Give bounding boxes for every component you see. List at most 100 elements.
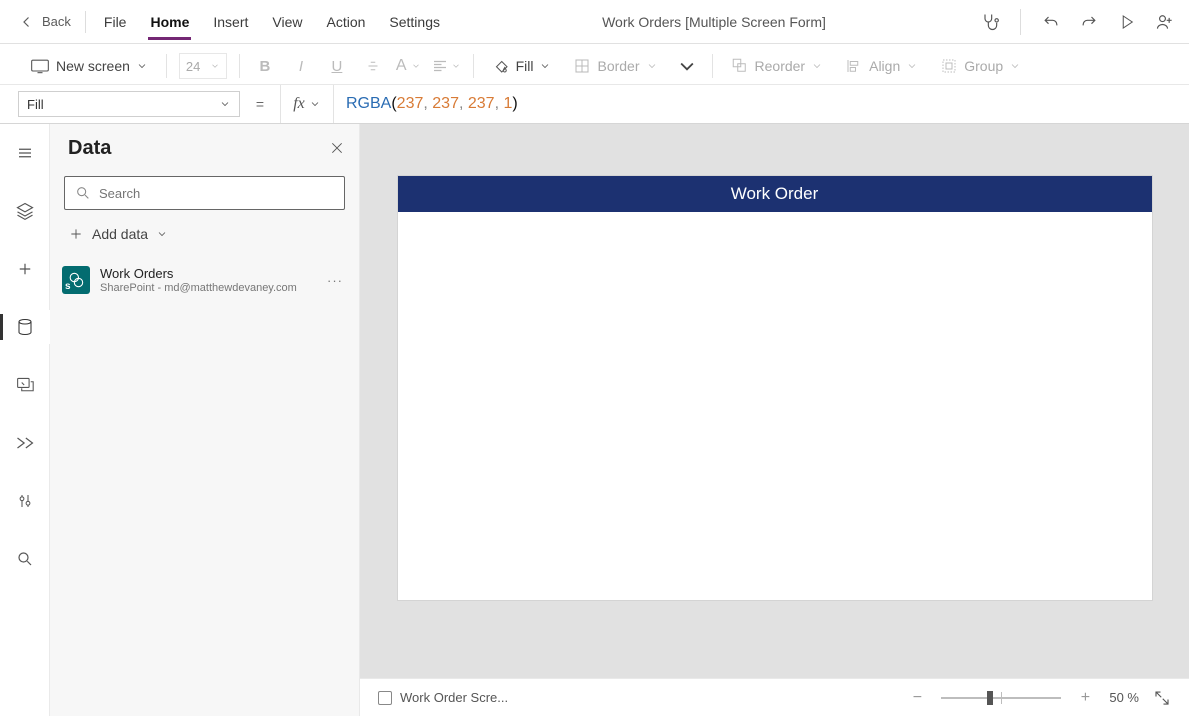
- rail-insert-button[interactable]: [0, 252, 50, 286]
- hamburger-icon: [16, 144, 34, 162]
- chevron-down-icon: [210, 61, 220, 71]
- font-color-button: A: [396, 57, 421, 75]
- back-label: Back: [42, 14, 71, 29]
- separator: [473, 54, 474, 78]
- reorder-icon: [731, 57, 749, 75]
- arrow-left-icon: [18, 13, 36, 31]
- chevron-down-icon: [677, 56, 697, 76]
- text-align-button: [431, 57, 461, 75]
- align-button: Align: [839, 53, 924, 79]
- back-button[interactable]: Back: [10, 0, 79, 43]
- border-button: Border: [567, 53, 663, 79]
- align-icon: [845, 57, 863, 75]
- data-source-item[interactable]: s Work Orders SharePoint - md@matthewdev…: [50, 256, 359, 305]
- tab-view[interactable]: View: [260, 0, 314, 44]
- strikethrough-button: [360, 53, 386, 79]
- chevron-down-icon: [451, 61, 461, 71]
- zoom-slider[interactable]: [941, 688, 1061, 708]
- equals-sign: =: [240, 85, 280, 123]
- add-data-button[interactable]: Add data: [50, 220, 359, 256]
- app-screen[interactable]: Work Order: [398, 176, 1152, 600]
- border-label: Border: [597, 58, 639, 74]
- zoom-out-button[interactable]: −: [907, 688, 927, 708]
- play-button[interactable]: [1113, 8, 1141, 36]
- rail-search-button[interactable]: [0, 542, 50, 576]
- chevron-down-icon: [811, 60, 823, 72]
- chevron-down-icon: [219, 98, 231, 110]
- tab-file[interactable]: File: [92, 0, 139, 44]
- app-checker-button[interactable]: [976, 8, 1004, 36]
- zoom-in-button[interactable]: +: [1075, 688, 1095, 708]
- border-icon: [573, 57, 591, 75]
- app-header-title: Work Order: [731, 184, 819, 204]
- chevron-down-icon: [906, 60, 918, 72]
- search-icon: [75, 185, 91, 201]
- font-size-value: 24: [186, 59, 200, 74]
- stethoscope-icon: [980, 12, 1000, 32]
- property-selector[interactable]: Fill: [18, 91, 240, 117]
- reorder-label: Reorder: [755, 58, 806, 74]
- fill-color-button[interactable]: Fill: [486, 53, 558, 79]
- formula-token-a: 237: [397, 95, 424, 113]
- align-label: Align: [869, 58, 900, 74]
- layers-icon: [15, 201, 35, 221]
- formula-token-d: 1: [503, 95, 512, 113]
- separator: [166, 54, 167, 78]
- formula-input[interactable]: RGBA(237, 237, 237, 1): [334, 85, 1189, 123]
- data-source-subtitle: SharePoint - md@matthewdevaney.com: [100, 282, 313, 295]
- data-panel-title: Data: [68, 137, 111, 160]
- flow-icon: [15, 434, 35, 452]
- redo-icon: [1079, 12, 1099, 32]
- screen-selector[interactable]: Work Order Scre...: [378, 690, 508, 705]
- data-search-field[interactable]: [99, 186, 334, 201]
- tab-action[interactable]: Action: [314, 0, 377, 44]
- properties-confirm-button[interactable]: [674, 53, 700, 79]
- plus-icon: [68, 226, 84, 242]
- rail-tools-button[interactable]: [0, 484, 50, 518]
- separator: [712, 54, 713, 78]
- database-icon: [16, 317, 34, 337]
- rail-tree-button[interactable]: [0, 194, 50, 228]
- group-label: Group: [964, 58, 1003, 74]
- tab-home[interactable]: Home: [138, 0, 201, 44]
- new-screen-button[interactable]: New screen: [24, 54, 154, 78]
- data-source-title: Work Orders: [100, 266, 313, 282]
- chevron-down-icon: [136, 60, 148, 72]
- chevron-down-icon: [539, 60, 551, 72]
- formula-token-fn: RGBA: [346, 95, 391, 113]
- data-source-more-button[interactable]: ···: [323, 273, 347, 288]
- tab-settings[interactable]: Settings: [377, 0, 452, 44]
- data-search-input[interactable]: [64, 176, 345, 210]
- reorder-button: Reorder: [725, 53, 830, 79]
- undo-button[interactable]: [1037, 8, 1065, 36]
- sliders-icon: [16, 491, 34, 511]
- paint-bucket-icon: [492, 57, 510, 75]
- separator: [1020, 9, 1021, 35]
- fit-to-window-button[interactable]: [1153, 689, 1171, 707]
- plus-icon: [16, 260, 34, 278]
- fx-button[interactable]: fx: [280, 85, 334, 123]
- chevron-down-icon: [411, 61, 421, 71]
- app-title: Work Orders [Multiple Screen Form]: [452, 14, 976, 30]
- group-icon: [940, 57, 958, 75]
- italic-button: I: [288, 53, 314, 79]
- add-data-label: Add data: [92, 226, 148, 242]
- data-panel-close-button[interactable]: [329, 140, 345, 156]
- chevron-down-icon: [309, 98, 321, 110]
- canvas-viewport[interactable]: Work Order: [360, 124, 1189, 678]
- bold-button: B: [252, 53, 278, 79]
- formula-token-b: 237: [432, 95, 459, 113]
- separator: [239, 54, 240, 78]
- group-button: Group: [934, 53, 1027, 79]
- align-left-icon: [431, 57, 449, 75]
- rail-flows-button[interactable]: [0, 426, 50, 460]
- rail-data-button[interactable]: [0, 310, 50, 344]
- redo-button[interactable]: [1075, 8, 1103, 36]
- chevron-down-icon: [156, 228, 168, 240]
- tab-insert[interactable]: Insert: [201, 0, 260, 44]
- share-button[interactable]: [1151, 8, 1179, 36]
- rail-media-button[interactable]: [0, 368, 50, 402]
- zoom-value: 50 %: [1109, 690, 1139, 705]
- app-header-bar[interactable]: Work Order: [398, 176, 1152, 212]
- rail-hamburger-button[interactable]: [0, 136, 50, 170]
